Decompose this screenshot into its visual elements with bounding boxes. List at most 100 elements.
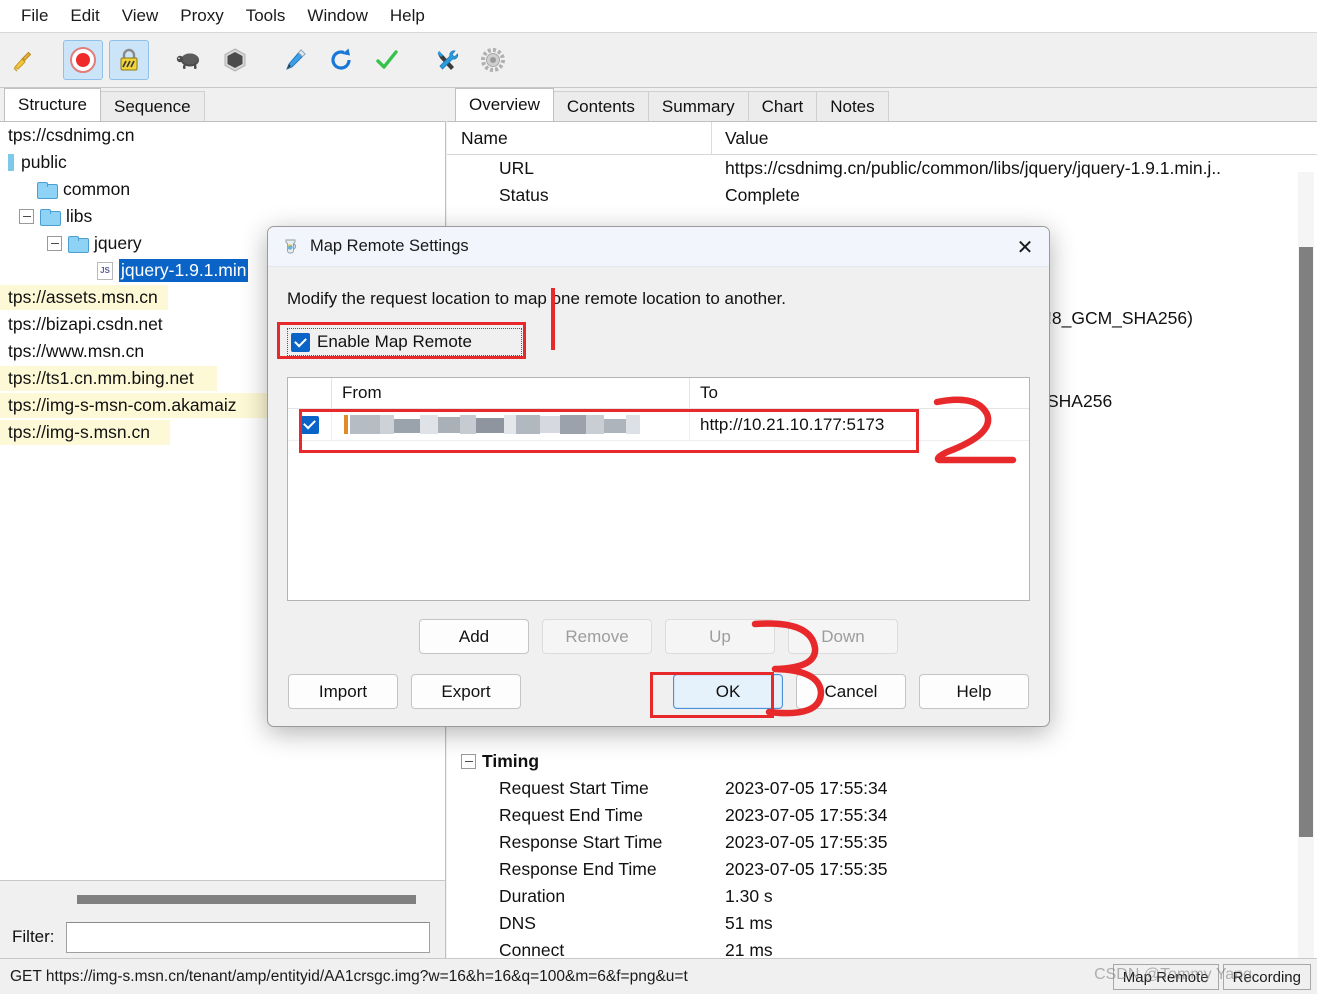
- menu-item-view[interactable]: View: [111, 4, 170, 28]
- vertical-scrollbar-thumb[interactable]: [1299, 247, 1313, 837]
- tree-item-label: tps://img-s.msn.cn: [8, 422, 150, 442]
- enable-map-remote-checkbox-row[interactable]: Enable Map Remote: [287, 328, 522, 356]
- row-name: Request Start Time: [499, 778, 649, 798]
- tab-structure[interactable]: Structure: [4, 88, 101, 121]
- down-button[interactable]: Down: [788, 619, 898, 654]
- table-row[interactable]: Status Complete: [447, 182, 1317, 209]
- table-row[interactable]: Duration 1.30 s: [447, 883, 1299, 910]
- vertical-scrollbar-track[interactable]: [1298, 172, 1314, 958]
- help-button[interactable]: Help: [919, 674, 1029, 709]
- breakpoint-icon[interactable]: [215, 40, 255, 80]
- menu-item-tools[interactable]: Tools: [235, 4, 297, 28]
- filter-row: Filter:: [0, 917, 446, 957]
- import-button[interactable]: Import: [288, 674, 398, 709]
- table-row[interactable]: DNS 51 ms: [447, 910, 1299, 937]
- clear-icon[interactable]: [3, 40, 43, 80]
- record-icon[interactable]: [63, 40, 103, 80]
- tree-item-label: public: [21, 152, 67, 172]
- export-button[interactable]: Export: [411, 674, 521, 709]
- ssl-lock-icon[interactable]: [109, 40, 149, 80]
- status-map-remote-button[interactable]: Map Remote: [1112, 964, 1219, 990]
- table-row[interactable]: Connect 21 ms: [447, 937, 1299, 958]
- tree-item-label: tps://ts1.cn.mm.bing.net: [8, 368, 194, 388]
- filter-label: Filter:: [12, 927, 55, 946]
- row-to-value: http://10.21.10.177:5173: [700, 414, 885, 434]
- close-icon[interactable]: ✕: [1001, 227, 1049, 267]
- status-buttons: Map Remote Recording: [1112, 964, 1311, 990]
- column-header-name: Name: [447, 122, 712, 154]
- checkbox-checked-icon[interactable]: [300, 415, 319, 434]
- left-tab-strip: Structure Sequence: [0, 88, 446, 122]
- host-bar-icon: [8, 154, 14, 171]
- enable-map-remote-label: Enable Map Remote: [317, 332, 472, 351]
- tab-chart[interactable]: Chart: [747, 91, 818, 121]
- table-row[interactable]: Response Start Time 2023-07-05 17:55:35: [447, 829, 1299, 856]
- filter-input[interactable]: [66, 921, 430, 953]
- row-name: URL: [499, 158, 535, 178]
- mapping-action-buttons: Add Remove Up Down: [287, 619, 1030, 654]
- row-value: 2023-07-05 17:55:35: [725, 832, 888, 852]
- collapse-toggle-icon[interactable]: [47, 236, 62, 251]
- menu-item-edit[interactable]: Edit: [59, 4, 110, 28]
- tools-icon[interactable]: [427, 40, 467, 80]
- validate-check-icon[interactable]: [367, 40, 407, 80]
- table-row[interactable]: Request Start Time 2023-07-05 17:55:34: [447, 775, 1299, 802]
- timing-label-text: Timing: [482, 751, 540, 771]
- ssl-padlock-glyph: [120, 48, 138, 71]
- up-button[interactable]: Up: [665, 619, 775, 654]
- add-button[interactable]: Add: [419, 619, 529, 654]
- tab-notes[interactable]: Notes: [816, 91, 889, 121]
- cancel-button[interactable]: Cancel: [796, 674, 906, 709]
- status-request-text: GET https://img-s.msn.cn/tenant/amp/enti…: [10, 967, 688, 985]
- mappings-table-row[interactable]: http://10.21.10.177:5173: [288, 409, 1029, 441]
- collapse-toggle-icon[interactable]: [19, 209, 34, 224]
- repeat-refresh-icon[interactable]: [321, 40, 361, 80]
- menu-item-proxy[interactable]: Proxy: [169, 4, 234, 28]
- right-tab-strip: Overview Contents Summary Chart Notes: [447, 88, 1317, 122]
- menu-item-file[interactable]: File: [10, 4, 59, 28]
- mappings-table[interactable]: From To http://10.21.10.177:5173: [287, 377, 1030, 601]
- status-bar: GET https://img-s.msn.cn/tenant/amp/enti…: [0, 958, 1317, 994]
- row-value: 51 ms: [725, 913, 773, 933]
- tab-sequence[interactable]: Sequence: [99, 91, 205, 121]
- tab-overview[interactable]: Overview: [455, 88, 554, 121]
- tree-item-public[interactable]: public: [0, 149, 445, 176]
- record-circle-glyph: [70, 47, 96, 73]
- left-panel-footer: Filter:: [0, 880, 446, 958]
- compose-pen-icon[interactable]: [275, 40, 315, 80]
- row-value: Complete: [725, 185, 800, 205]
- throttle-turtle-icon[interactable]: [169, 40, 209, 80]
- column-header-to: To: [700, 383, 718, 402]
- menu-item-help[interactable]: Help: [379, 4, 436, 28]
- collapse-toggle-icon[interactable]: [461, 754, 476, 769]
- table-row[interactable]: Request End Time 2023-07-05 17:55:34: [447, 802, 1299, 829]
- tree-item-common[interactable]: common: [0, 176, 445, 203]
- turtle-glyph: [176, 53, 199, 69]
- status-recording-button[interactable]: Recording: [1222, 964, 1311, 990]
- remove-button[interactable]: Remove: [542, 619, 652, 654]
- tree-item-label: jquery-1.9.1.min: [119, 259, 249, 282]
- tree-item-label: jquery: [94, 233, 142, 253]
- header-checkbox-column: [288, 378, 332, 408]
- map-remote-settings-dialog[interactable]: Map Remote Settings ✕ Modify the request…: [267, 226, 1050, 727]
- settings-gear-icon[interactable]: [473, 40, 513, 80]
- occluded-value-fragment: !8_GCM_SHA256): [1047, 308, 1193, 328]
- dialog-footer-buttons: Import Export OK Cancel Help: [287, 674, 1030, 709]
- tab-contents[interactable]: Contents: [552, 91, 649, 121]
- clear-broom-glyph: [13, 51, 32, 72]
- checkbox-checked-icon[interactable]: [291, 332, 310, 352]
- tree-item-host-root[interactable]: tps://csdnimg.cn: [0, 122, 445, 149]
- tab-summary[interactable]: Summary: [647, 91, 749, 121]
- tree-item-label: common: [63, 179, 131, 199]
- table-row[interactable]: URL https://csdnimg.cn/public/common/lib…: [447, 155, 1317, 182]
- row-name: DNS: [499, 913, 536, 933]
- table-row[interactable]: Response End Time 2023-07-05 17:55:35: [447, 856, 1299, 883]
- horizontal-scrollbar[interactable]: [77, 895, 416, 904]
- timing-section-header[interactable]: Timing: [447, 748, 1299, 775]
- row-enabled-checkbox[interactable]: [288, 409, 332, 440]
- row-from-value: [332, 409, 690, 440]
- redacted-from-url: [342, 415, 642, 434]
- charles-vase-icon: [285, 239, 297, 253]
- menu-item-window[interactable]: Window: [296, 4, 378, 28]
- ok-button[interactable]: OK: [673, 674, 783, 709]
